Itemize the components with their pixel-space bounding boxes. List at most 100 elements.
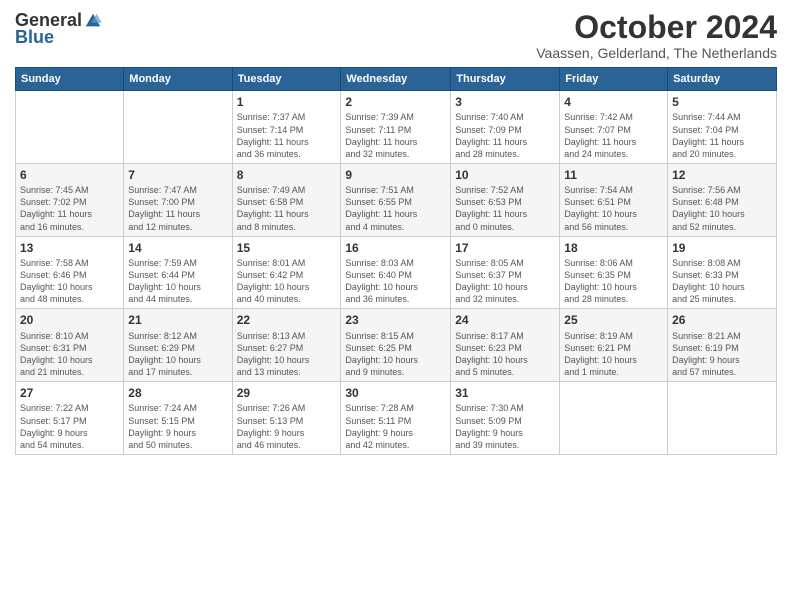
title-section: October 2024 Vaassen, Gelderland, The Ne… (536, 10, 777, 61)
day-info: Sunrise: 7:22 AM Sunset: 5:17 PM Dayligh… (20, 402, 119, 451)
calendar-cell: 11Sunrise: 7:54 AM Sunset: 6:51 PM Dayli… (560, 163, 668, 236)
day-number: 17 (455, 240, 555, 256)
calendar-cell: 20Sunrise: 8:10 AM Sunset: 6:31 PM Dayli… (16, 309, 124, 382)
calendar-week-row: 6Sunrise: 7:45 AM Sunset: 7:02 PM Daylig… (16, 163, 777, 236)
day-info: Sunrise: 8:12 AM Sunset: 6:29 PM Dayligh… (128, 330, 227, 379)
calendar-cell: 6Sunrise: 7:45 AM Sunset: 7:02 PM Daylig… (16, 163, 124, 236)
day-info: Sunrise: 7:54 AM Sunset: 6:51 PM Dayligh… (564, 184, 663, 233)
location-title: Vaassen, Gelderland, The Netherlands (536, 45, 777, 61)
day-number: 23 (345, 312, 446, 328)
calendar-cell: 23 Sunrise: 8:15 AM Sunset: 6:25 PM Dayli… (341, 309, 451, 382)
day-info: Sunrise: 8:05 AM Sunset: 6:37 PM Dayligh… (455, 257, 555, 306)
day-info: Sunrise: 8:03 AM Sunset: 6:40 PM Dayligh… (345, 257, 446, 306)
day-info: Sunrise: 7:28 AM Sunset: 5:11 PM Dayligh… (345, 402, 446, 451)
day-info: Sunrise: 7:24 AM Sunset: 5:15 PM Dayligh… (128, 402, 227, 451)
day-number: 19 (672, 240, 772, 256)
day-info: Sunrise: 8:01 AM Sunset: 6:42 PM Dayligh… (237, 257, 337, 306)
calendar-cell: 10Sunrise: 7:52 AM Sunset: 6:53 PM Dayli… (451, 163, 560, 236)
calendar-cell (560, 382, 668, 455)
calendar-week-row: 20Sunrise: 8:10 AM Sunset: 6:31 PM Dayli… (16, 309, 777, 382)
day-number: 27 (20, 385, 119, 401)
day-number: 9 (345, 167, 446, 183)
day-number: 7 (128, 167, 227, 183)
calendar-cell: 4Sunrise: 7:42 AM Sunset: 7:07 PM Daylig… (560, 91, 668, 164)
day-info: Sunrise: 7:47 AM Sunset: 7:00 PM Dayligh… (128, 184, 227, 233)
day-number: 3 (455, 94, 555, 110)
calendar-cell: 2Sunrise: 7:39 AM Sunset: 7:11 PM Daylig… (341, 91, 451, 164)
day-number: 24 (455, 312, 555, 328)
calendar-cell: 17Sunrise: 8:05 AM Sunset: 6:37 PM Dayli… (451, 236, 560, 309)
calendar-week-row: 27Sunrise: 7:22 AM Sunset: 5:17 PM Dayli… (16, 382, 777, 455)
calendar-cell: 30Sunrise: 7:28 AM Sunset: 5:11 PM Dayli… (341, 382, 451, 455)
col-saturday: Saturday (668, 68, 777, 91)
col-wednesday: Wednesday (341, 68, 451, 91)
calendar-cell (16, 91, 124, 164)
day-number: 15 (237, 240, 337, 256)
calendar-cell: 21 Sunrise: 8:12 AM Sunset: 6:29 PM Dayli… (124, 309, 232, 382)
calendar-cell: 19Sunrise: 8:08 AM Sunset: 6:33 PM Dayli… (668, 236, 777, 309)
calendar-table: Sunday Monday Tuesday Wednesday Thursday… (15, 67, 777, 455)
col-sunday: Sunday (16, 68, 124, 91)
day-info: Sunrise: 7:59 AM Sunset: 6:44 PM Dayligh… (128, 257, 227, 306)
day-number: 6 (20, 167, 119, 183)
day-info: Sunrise: 7:37 AM Sunset: 7:14 PM Dayligh… (237, 111, 337, 160)
day-number: 11 (564, 167, 663, 183)
day-info: Sunrise: 7:42 AM Sunset: 7:07 PM Dayligh… (564, 111, 663, 160)
calendar-cell: 28Sunrise: 7:24 AM Sunset: 5:15 PM Dayli… (124, 382, 232, 455)
day-info: Sunrise: 8:19 AM Sunset: 6:21 PM Dayligh… (564, 330, 663, 379)
day-number: 4 (564, 94, 663, 110)
calendar-cell: 24 Sunrise: 8:17 AM Sunset: 6:23 PM Dayli… (451, 309, 560, 382)
page: General Blue October 2024 Vaassen, Gelde… (0, 0, 792, 612)
calendar-cell: 8Sunrise: 7:49 AM Sunset: 6:58 PM Daylig… (232, 163, 341, 236)
day-number: 28 (128, 385, 227, 401)
day-info: Sunrise: 8:21 AM Sunset: 6:19 PM Dayligh… (672, 330, 772, 379)
day-info: Sunrise: 7:39 AM Sunset: 7:11 PM Dayligh… (345, 111, 446, 160)
day-info: Sunrise: 7:56 AM Sunset: 6:48 PM Dayligh… (672, 184, 772, 233)
calendar-cell (668, 382, 777, 455)
day-info: Sunrise: 8:15 AM Sunset: 6:25 PM Dayligh… (345, 330, 446, 379)
day-info: Sunrise: 7:52 AM Sunset: 6:53 PM Dayligh… (455, 184, 555, 233)
calendar-cell: 14Sunrise: 7:59 AM Sunset: 6:44 PM Dayli… (124, 236, 232, 309)
calendar-cell: 15Sunrise: 8:01 AM Sunset: 6:42 PM Dayli… (232, 236, 341, 309)
day-info: Sunrise: 7:26 AM Sunset: 5:13 PM Dayligh… (237, 402, 337, 451)
calendar-cell: 25Sunrise: 8:19 AM Sunset: 6:21 PM Dayli… (560, 309, 668, 382)
col-tuesday: Tuesday (232, 68, 341, 91)
calendar-cell: 31Sunrise: 7:30 AM Sunset: 5:09 PM Dayli… (451, 382, 560, 455)
day-number: 20 (20, 312, 119, 328)
logo: General Blue (15, 10, 102, 48)
calendar-week-row: 1Sunrise: 7:37 AM Sunset: 7:14 PM Daylig… (16, 91, 777, 164)
calendar-week-row: 13Sunrise: 7:58 AM Sunset: 6:46 PM Dayli… (16, 236, 777, 309)
day-number: 14 (128, 240, 227, 256)
day-number: 5 (672, 94, 772, 110)
day-number: 18 (564, 240, 663, 256)
day-number: 1 (237, 94, 337, 110)
day-info: Sunrise: 8:06 AM Sunset: 6:35 PM Dayligh… (564, 257, 663, 306)
day-number: 2 (345, 94, 446, 110)
calendar-cell: 12Sunrise: 7:56 AM Sunset: 6:48 PM Dayli… (668, 163, 777, 236)
day-number: 29 (237, 385, 337, 401)
calendar-cell: 22Sunrise: 8:13 AM Sunset: 6:27 PM Dayli… (232, 309, 341, 382)
day-number: 10 (455, 167, 555, 183)
day-info: Sunrise: 7:40 AM Sunset: 7:09 PM Dayligh… (455, 111, 555, 160)
day-info: Sunrise: 7:44 AM Sunset: 7:04 PM Dayligh… (672, 111, 772, 160)
day-info: Sunrise: 7:58 AM Sunset: 6:46 PM Dayligh… (20, 257, 119, 306)
logo-blue-text: Blue (15, 27, 54, 48)
day-info: Sunrise: 7:51 AM Sunset: 6:55 PM Dayligh… (345, 184, 446, 233)
logo-icon (84, 12, 102, 30)
day-info: Sunrise: 8:17 AM Sunset: 6:23 PM Dayligh… (455, 330, 555, 379)
day-number: 31 (455, 385, 555, 401)
day-number: 21 (128, 312, 227, 328)
day-info: Sunrise: 8:13 AM Sunset: 6:27 PM Dayligh… (237, 330, 337, 379)
calendar-cell: 13Sunrise: 7:58 AM Sunset: 6:46 PM Dayli… (16, 236, 124, 309)
day-info: Sunrise: 7:30 AM Sunset: 5:09 PM Dayligh… (455, 402, 555, 451)
calendar-cell: 27Sunrise: 7:22 AM Sunset: 5:17 PM Dayli… (16, 382, 124, 455)
calendar-cell (124, 91, 232, 164)
day-number: 12 (672, 167, 772, 183)
day-number: 8 (237, 167, 337, 183)
calendar-cell: 16Sunrise: 8:03 AM Sunset: 6:40 PM Dayli… (341, 236, 451, 309)
calendar-cell: 9Sunrise: 7:51 AM Sunset: 6:55 PM Daylig… (341, 163, 451, 236)
calendar-cell: 5Sunrise: 7:44 AM Sunset: 7:04 PM Daylig… (668, 91, 777, 164)
calendar-cell: 7Sunrise: 7:47 AM Sunset: 7:00 PM Daylig… (124, 163, 232, 236)
calendar-header-row: Sunday Monday Tuesday Wednesday Thursday… (16, 68, 777, 91)
day-info: Sunrise: 7:45 AM Sunset: 7:02 PM Dayligh… (20, 184, 119, 233)
